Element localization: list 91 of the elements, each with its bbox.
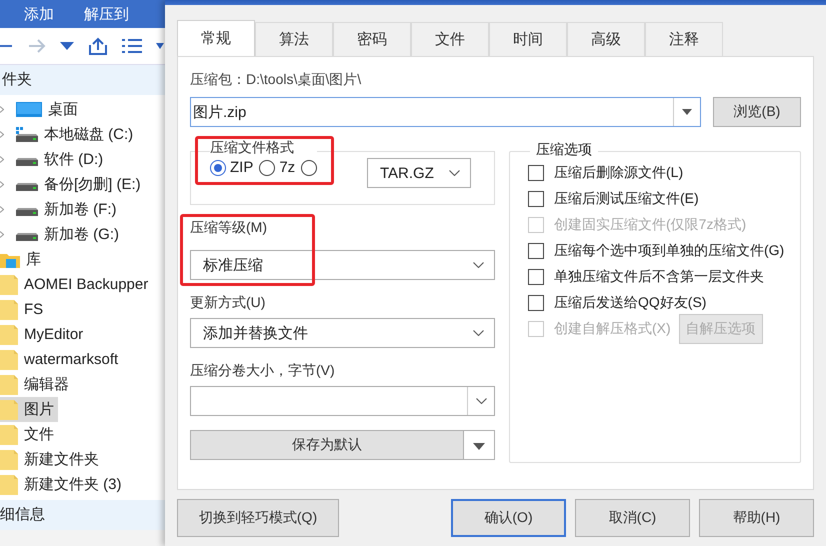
folder-icon [0,474,18,494]
checkbox-option[interactable]: 压缩后测试压缩文件(E) [528,190,699,208]
checkbox[interactable] [528,269,544,285]
tree-item[interactable]: FS [0,297,48,322]
filename-combo[interactable]: 图片.zip [190,97,701,127]
folder-icon [0,450,18,470]
tree-item[interactable]: 新建文件夹 (3) [0,472,126,497]
checkbox-option[interactable]: 压缩后发送给QQ好友(S) [528,294,706,312]
tree-item[interactable]: 库 [0,247,45,272]
expand-icon[interactable] [0,231,4,238]
field-label: 更新方式(U) [190,294,266,312]
details-pane-header: 细信息 [0,500,165,530]
radio-button[interactable] [210,160,226,176]
field-label: 压缩分卷大小，字节(V) [190,362,336,380]
drive-icon [16,158,38,166]
dropdown-icon[interactable] [60,42,74,50]
tree-item[interactable]: 图片 [0,397,58,422]
tab[interactable]: 密码 [333,22,411,56]
folder-icon [0,300,18,320]
folder-icon [0,324,18,344]
toolbar-button[interactable]: 添加 [24,4,54,24]
upload-icon[interactable] [88,37,108,55]
folder-icon [0,350,18,370]
tree-item[interactable]: 备份[勿删] (E:) [0,172,145,197]
field-label: 压缩等级(M) [190,219,268,237]
tree-item[interactable]: 编辑器 [0,372,73,397]
list-view-icon[interactable] [122,39,142,53]
dropdown-icon [473,443,485,450]
browse-button[interactable]: 浏览(B) [713,97,801,127]
tree-item[interactable]: 文件 [0,422,58,447]
checkbox-option[interactable]: 单独压缩文件后不含第一层文件夹 [528,268,764,286]
dialog-button[interactable]: 确认(O) [451,499,566,537]
tree-item[interactable]: MyEditor [0,322,88,347]
dropdown-icon[interactable] [682,109,692,115]
tree-item[interactable]: 软件 (D:) [0,147,108,172]
desktop-icon [16,102,42,118]
drive-icon [16,127,38,142]
update-mode-select[interactable]: 添加并替换文件 [190,318,495,348]
folder-icon [0,400,18,420]
tab[interactable]: 时间 [489,22,567,56]
tree-item[interactable]: 新建文件夹 [0,447,103,472]
expand-icon[interactable] [0,131,4,138]
tree-item[interactable]: 桌面 [0,97,82,122]
tree-item[interactable]: 本地磁盘 (C:) [0,122,138,147]
tab[interactable]: 高级 [567,22,645,56]
tab[interactable]: 常规 [177,20,255,56]
light-mode-button[interactable]: 切换到轻巧模式(Q) [177,499,339,537]
expand-icon[interactable] [0,206,4,213]
folder-icon [0,274,18,294]
dialog-button[interactable]: 取消(C) [575,499,690,537]
checkbox-option[interactable]: 压缩后删除源文件(L) [528,164,684,182]
radio-button[interactable] [259,160,276,176]
checkbox[interactable] [528,191,544,207]
chevron-down-icon [476,398,486,404]
chevron-down-icon [473,262,484,268]
checkbox[interactable] [528,165,544,181]
chevron-down-icon [473,330,484,336]
checkbox-option[interactable]: 压缩每个选中项到单独的压缩文件(G) [528,242,784,260]
checkbox[interactable] [528,243,544,259]
radio-label[interactable]: ZIP [230,159,254,176]
chevron-down-icon [449,170,460,176]
toolbar-button[interactable]: 解压到 [84,4,129,24]
archive-path-label: 压缩包：D:\tools\桌面\图片\ [190,71,362,89]
dropdown-icon[interactable] [156,43,164,49]
expand-icon[interactable] [0,156,4,163]
radio-label[interactable]: 7z [279,159,296,176]
expand-icon[interactable] [0,181,4,188]
tree-item[interactable]: 新加卷 (G:) [0,222,123,247]
group-legend: 压缩选项 [530,141,598,159]
drive-icon [16,232,38,240]
drive-icon [16,182,38,190]
save-default-button[interactable]: 保存为默认 [190,430,464,460]
pane-header: 件夹 [0,65,165,95]
group-legend: 压缩文件格式 [210,139,318,157]
format-select[interactable]: TAR.GZ [367,158,471,188]
dialog-button[interactable]: 帮助(H) [699,499,814,537]
library-icon [0,252,20,268]
folder-icon [0,424,18,444]
tree-item[interactable]: AOMEI Backupper [0,272,152,297]
tree-item[interactable]: watermarksoft [0,347,122,372]
checkbox[interactable] [528,295,544,311]
dropdown-button[interactable] [464,430,495,460]
tree-item[interactable]: 新加卷 (F:) [0,197,120,222]
radio-button[interactable] [301,160,318,176]
level-select[interactable]: 标准压缩 [190,250,495,280]
expand-icon[interactable] [0,106,4,113]
drive-icon [16,208,38,216]
folder-icon [0,374,18,394]
tab[interactable]: 注释 [645,22,723,56]
tab[interactable]: 算法 [255,22,333,56]
tab[interactable]: 文件 [411,22,489,56]
